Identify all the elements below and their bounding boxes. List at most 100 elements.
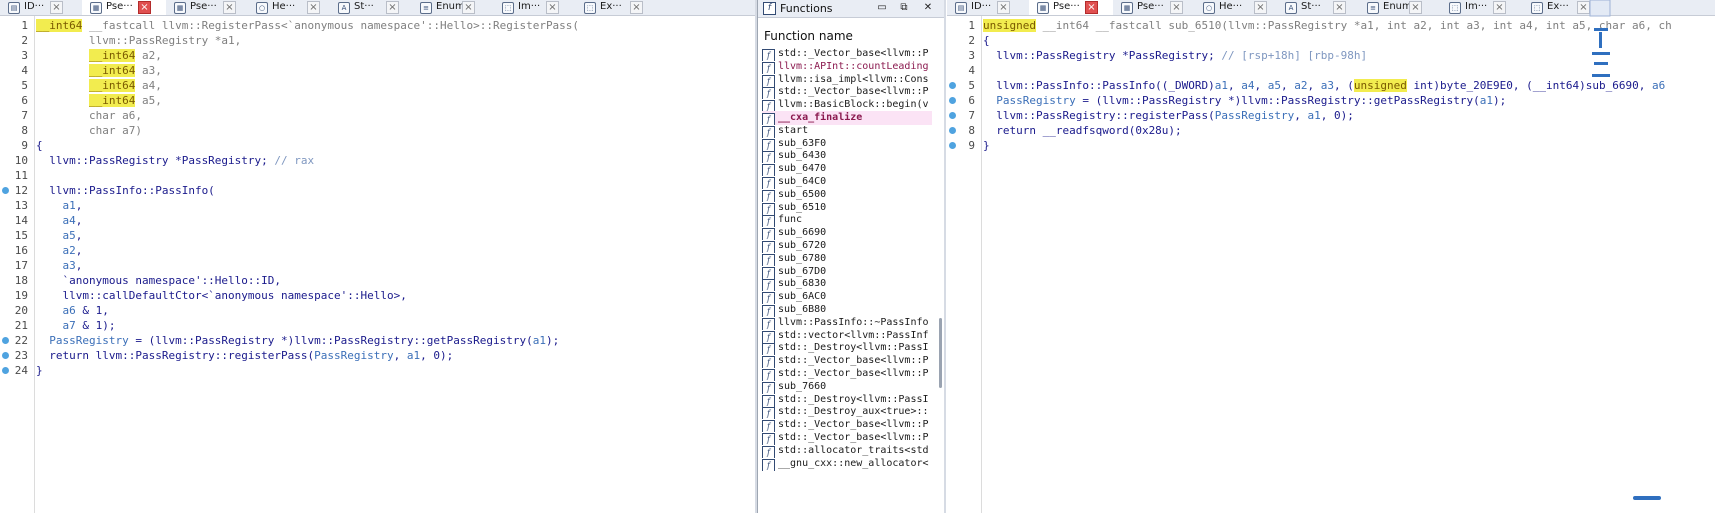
- code-line[interactable]: 4 __int64 a3,: [0, 63, 755, 78]
- code-line[interactable]: 14 a4,: [0, 213, 755, 228]
- tab-close-icon[interactable]: ×: [997, 1, 1010, 14]
- code-text: }: [36, 363, 43, 378]
- code-line[interactable]: 6 PassRegistry = (llvm::PassRegistry *)l…: [947, 93, 1715, 108]
- tab-pseudocode[interactable]: ▦ Pse··· ×: [166, 0, 248, 15]
- code-line[interactable]: 15 a5,: [0, 228, 755, 243]
- tab-close-icon[interactable]: ×: [462, 1, 475, 14]
- code-line[interactable]: 2 llvm::PassRegistry *a1,: [0, 33, 755, 48]
- tab-close-icon[interactable]: ×: [386, 1, 399, 14]
- code-token: {: [36, 139, 43, 152]
- functions-pane: f Functions ▭ ⧉ ✕ Function name f std::_V…: [757, 0, 945, 513]
- tab-close-icon[interactable]: ×: [223, 1, 236, 14]
- line-number: 12: [14, 184, 28, 197]
- tab-pseudocode[interactable]: ▦ Pse··· ×: [82, 0, 166, 15]
- code-token: a1: [1214, 79, 1229, 92]
- code-token: a3: [62, 259, 76, 272]
- tab-close-icon[interactable]: ×: [1409, 1, 1422, 14]
- line-number: 23: [14, 349, 28, 362]
- code-text: __int64 a2,: [36, 48, 162, 63]
- tab-pseudocode[interactable]: ▦ Pse··· ×: [1029, 0, 1113, 15]
- code-line[interactable]: 10 llvm::PassRegistry *PassRegistry; // …: [0, 153, 755, 168]
- tab-structures[interactable]: A St··· ×: [1277, 0, 1359, 15]
- code-token: __int64: [88, 49, 136, 62]
- function-list-item[interactable]: f __gnu_cxx::new_allocator<: [762, 457, 932, 471]
- code-token: a1: [406, 349, 421, 362]
- code-line[interactable]: 16 a2,: [0, 243, 755, 258]
- code-text: llvm::PassInfo::PassInfo(: [36, 183, 215, 198]
- code-line[interactable]: 12 llvm::PassInfo::PassInfo(: [0, 183, 755, 198]
- imports-icon: ⬚: [1449, 2, 1461, 14]
- tab-hex-view[interactable]: ○ He··· ×: [248, 0, 330, 15]
- tab-imports[interactable]: ⬚ Im··· ×: [494, 0, 576, 15]
- function-name: llvm::PassInfo::~PassInfo: [778, 316, 929, 328]
- line-number: 22: [14, 334, 28, 347]
- tab-ida-view[interactable]: ▤ ID··· ×: [947, 0, 1029, 15]
- code-line[interactable]: 17 a3,: [0, 258, 755, 273]
- function-name: std::vector<llvm::PassInf: [778, 329, 929, 341]
- code-line[interactable]: 9{: [0, 138, 755, 153]
- tab-ida-view[interactable]: ▤ ID··· ×: [0, 0, 82, 15]
- tab-close-icon[interactable]: ×: [1493, 1, 1506, 14]
- code-line[interactable]: 5 __int64 a4,: [0, 78, 755, 93]
- float-icon[interactable]: ⧉: [898, 2, 910, 14]
- code-line[interactable]: 8 char a7): [0, 123, 755, 138]
- code-line[interactable]: 13 a1,: [0, 198, 755, 213]
- tab-structures[interactable]: A St··· ×: [330, 0, 412, 15]
- close-icon[interactable]: ✕: [922, 2, 934, 14]
- code-text: __int64 a3,: [36, 63, 162, 78]
- tab-close-icon[interactable]: ×: [630, 1, 643, 14]
- function-name: std::_Vector_base<llvm::P: [778, 419, 929, 431]
- functions-header: f Functions ▭ ⧉ ✕: [758, 0, 944, 18]
- exports-icon: ⬚: [1531, 2, 1543, 14]
- tab-enums[interactable]: ≡ Enums ×: [412, 0, 494, 15]
- code-line[interactable]: 23 return llvm::PassRegistry::registerPa…: [0, 348, 755, 363]
- code-line[interactable]: 7 llvm::PassRegistry::registerPass(PassR…: [947, 108, 1715, 123]
- code-line[interactable]: 3 __int64 a2,: [0, 48, 755, 63]
- code-line[interactable]: 24}: [0, 363, 755, 378]
- tab-close-icon[interactable]: ×: [1170, 1, 1183, 14]
- function-name: sub_6510: [778, 201, 827, 213]
- tab-close-icon[interactable]: ×: [50, 1, 63, 14]
- code-text: {: [983, 33, 990, 48]
- tab-pseudocode[interactable]: ▦ Pse··· ×: [1113, 0, 1195, 15]
- code-line[interactable]: 11: [0, 168, 755, 183]
- tab-enums[interactable]: ≡ Enums ×: [1359, 0, 1441, 15]
- tab-close-icon[interactable]: ×: [138, 1, 151, 14]
- code-line[interactable]: 6 __int64 a5,: [0, 93, 755, 108]
- tab-hex-view[interactable]: ○ He··· ×: [1195, 0, 1277, 15]
- function-name: sub_63F0: [778, 137, 827, 149]
- restore-icon[interactable]: ▭: [876, 2, 888, 14]
- code-line[interactable]: 20 a6 & 1,: [0, 303, 755, 318]
- tab-close-icon[interactable]: ×: [546, 1, 559, 14]
- function-name: std::_Vector_base<llvm::P: [778, 368, 929, 379]
- code-token: __int64: [88, 64, 136, 77]
- exports-icon: ⬚: [584, 2, 596, 14]
- tab-label: ID···: [971, 1, 992, 12]
- code-line[interactable]: 21 a7 & 1);: [0, 318, 755, 333]
- right-code-view[interactable]: 1 unsigned __int64 __fastcall sub_6510(ll…: [947, 16, 1715, 513]
- tab-close-icon[interactable]: ×: [1254, 1, 1267, 14]
- code-line[interactable]: 1 __int64 __fastcall llvm::RegisterPass<`…: [0, 18, 755, 33]
- pseudocode-icon: ▦: [174, 2, 186, 14]
- function-name: std::_Vector_base<llvm::P: [778, 432, 929, 443]
- left-pseudocode-pane: ▤ ID··· × ▦ Pse··· × ▦ Pse··· × ○ He··· × A St··· × ≡ En…: [0, 0, 755, 513]
- code-text: llvm::PassInfo::PassInfo((_DWORD)a1, a4,…: [983, 78, 1665, 93]
- tab-imports[interactable]: ⬚ Im··· ×: [1441, 0, 1523, 15]
- tab-exports[interactable]: ⬚ Ex··· ×: [576, 0, 656, 15]
- tab-close-icon[interactable]: ×: [307, 1, 320, 14]
- code-line[interactable]: 22 PassRegistry = (llvm::PassRegistry *)…: [0, 333, 755, 348]
- pane-splitter-right[interactable]: [944, 0, 946, 513]
- left-code-view[interactable]: 1 __int64 __fastcall llvm::RegisterPass<`…: [0, 16, 755, 513]
- code-line[interactable]: 7 char a6,: [0, 108, 755, 123]
- tab-label: Pse···: [190, 1, 217, 12]
- tab-close-icon[interactable]: ×: [1333, 1, 1346, 14]
- code-line[interactable]: 19 llvm::callDefaultCtor<`anonymous name…: [0, 288, 755, 303]
- function-name-column-header[interactable]: Function name: [758, 27, 944, 45]
- functions-scrollbar[interactable]: [939, 318, 942, 388]
- code-line[interactable]: 18 `anonymous namespace'::Hello::ID,: [0, 273, 755, 288]
- code-token: a1: [62, 199, 76, 212]
- code-line[interactable]: 9}: [947, 138, 1715, 153]
- code-token: __int64: [88, 94, 136, 107]
- code-line[interactable]: 8 return __readfsqword(0x28u);: [947, 123, 1715, 138]
- tab-close-icon[interactable]: ×: [1085, 1, 1098, 14]
